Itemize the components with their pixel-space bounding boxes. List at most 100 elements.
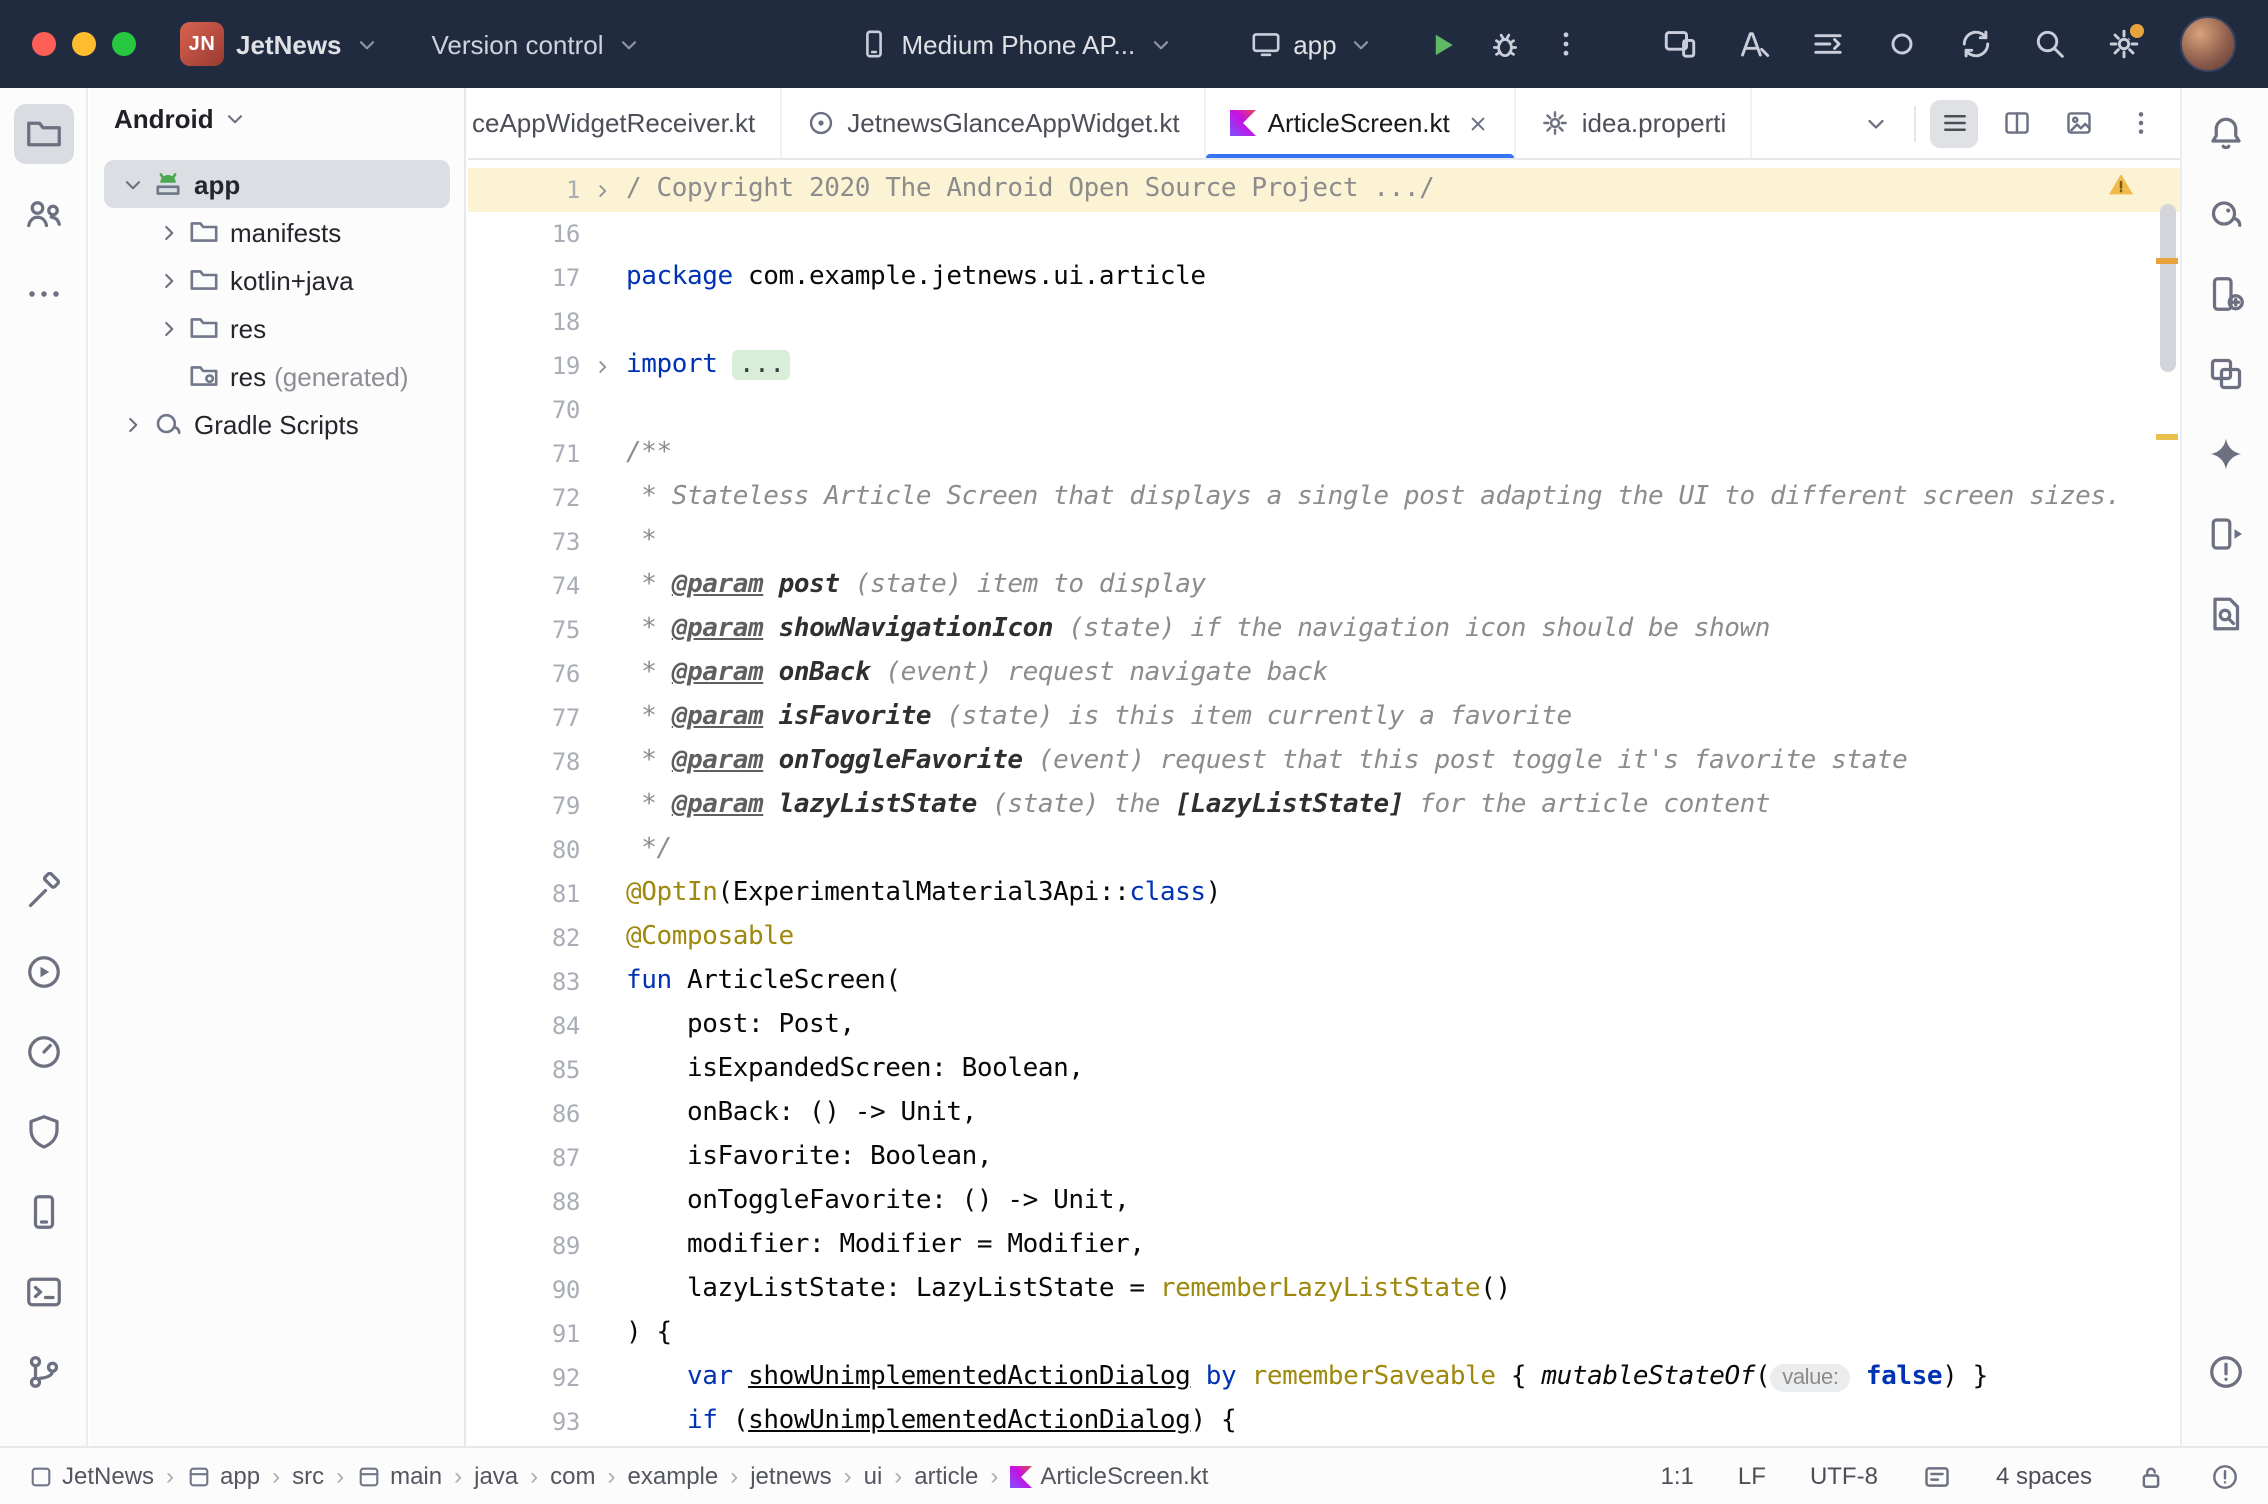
- code-line[interactable]: 74 * @param post (state) item to display: [468, 564, 2180, 608]
- line-number[interactable]: 86: [468, 1092, 580, 1136]
- chevron-down-icon[interactable]: [116, 171, 148, 197]
- version-control-button[interactable]: [13, 1342, 73, 1402]
- run-button[interactable]: [1427, 27, 1461, 61]
- code-line[interactable]: 87 isFavorite: Boolean,: [468, 1136, 2180, 1180]
- indent-widget[interactable]: 4 spaces: [1996, 1462, 2092, 1490]
- zoom-window-button[interactable]: [112, 32, 136, 56]
- chevron-right-icon[interactable]: [152, 315, 184, 341]
- breadcrumb-item-example[interactable]: example: [628, 1462, 719, 1490]
- line-number[interactable]: 85: [468, 1048, 580, 1092]
- line-number[interactable]: 78: [468, 740, 580, 784]
- line-number[interactable]: 16: [468, 212, 580, 256]
- line-number[interactable]: 75: [468, 608, 580, 652]
- problems-indicator-icon[interactable]: [2210, 1461, 2240, 1491]
- project-widget[interactable]: JN JetNews: [164, 14, 396, 74]
- code-line[interactable]: 90 lazyListState: LazyListState = rememb…: [468, 1268, 2180, 1312]
- code-inspection-button[interactable]: [1736, 26, 1772, 62]
- code-line[interactable]: 81@OptIn(ExperimentalMaterial3Api::class…: [468, 872, 2180, 916]
- split-editor-button[interactable]: [1992, 99, 2040, 147]
- tree-item-manifests[interactable]: manifests: [104, 208, 450, 256]
- profiler-button[interactable]: [1884, 26, 1920, 62]
- line-number[interactable]: 89: [468, 1224, 580, 1268]
- code-line[interactable]: 72 * Stateless Article Screen that displ…: [468, 476, 2180, 520]
- breadcrumb-item-app[interactable]: app: [186, 1462, 260, 1490]
- scrollbar-warning-mark[interactable]: [2156, 434, 2178, 440]
- code-line[interactable]: 19import ...: [468, 344, 2180, 388]
- tab-list-button[interactable]: [1930, 99, 1978, 147]
- scrollbar-warning-mark[interactable]: [2156, 258, 2178, 264]
- line-separator-widget[interactable]: LF: [1738, 1462, 1766, 1490]
- commit-button[interactable]: [13, 184, 73, 244]
- more-run-actions-button[interactable]: [1551, 28, 1583, 60]
- breadcrumb-item-ui[interactable]: ui: [864, 1462, 883, 1490]
- code-line[interactable]: 79 * @param lazyListState (state) the [L…: [468, 784, 2180, 828]
- line-number[interactable]: 76: [468, 652, 580, 696]
- code-line[interactable]: 85 isExpandedScreen: Boolean,: [468, 1048, 2180, 1092]
- warning-triangle-icon[interactable]: [2106, 170, 2136, 200]
- code-line[interactable]: 70: [468, 388, 2180, 432]
- project-folder-button[interactable]: [13, 104, 73, 164]
- fold-arrow-icon[interactable]: [580, 168, 626, 212]
- code-line[interactable]: 76 * @param onBack (event) request navig…: [468, 652, 2180, 696]
- device-selector[interactable]: Medium Phone AP...: [842, 20, 1190, 68]
- breadcrumb-item-articlescreen-kt[interactable]: ArticleScreen.kt: [1010, 1462, 1208, 1490]
- tree-item-res[interactable]: res: [104, 304, 450, 352]
- code-line[interactable]: 75 * @param showNavigationIcon (state) i…: [468, 608, 2180, 652]
- tree-item-kotlin-java[interactable]: kotlin+java: [104, 256, 450, 304]
- profiler-gauge-button[interactable]: [13, 1022, 73, 1082]
- line-number[interactable]: 87: [468, 1136, 580, 1180]
- line-number[interactable]: 80: [468, 828, 580, 872]
- breadcrumb-item-jetnews[interactable]: JetNews: [28, 1462, 154, 1490]
- code-line[interactable]: 1/ Copyright 2020 The Android Open Sourc…: [468, 168, 2180, 212]
- chevron-right-icon[interactable]: [152, 219, 184, 245]
- project-panel-header[interactable]: Android: [90, 88, 464, 148]
- line-number[interactable]: 1: [468, 168, 580, 212]
- line-number[interactable]: 84: [468, 1004, 580, 1048]
- lock-icon[interactable]: [2136, 1461, 2166, 1491]
- code-line[interactable]: 78 * @param onToggleFavorite (event) req…: [468, 740, 2180, 784]
- line-number[interactable]: 92: [468, 1356, 580, 1400]
- preview-button[interactable]: [2054, 99, 2102, 147]
- line-number[interactable]: 73: [468, 520, 580, 564]
- indent-widget-icon[interactable]: [1922, 1461, 1952, 1491]
- code-line[interactable]: 82@Composable: [468, 916, 2180, 960]
- breadcrumb-item-main[interactable]: main: [356, 1462, 442, 1490]
- breadcrumb-item-java[interactable]: java: [474, 1462, 518, 1490]
- code-line[interactable]: 73 *: [468, 520, 2180, 564]
- code-line[interactable]: 93 if (showUnimplementedActionDialog) {: [468, 1400, 2180, 1444]
- breadcrumb-item-com[interactable]: com: [550, 1462, 595, 1490]
- line-number[interactable]: 18: [468, 300, 580, 344]
- code-line[interactable]: 17package com.example.jetnews.ui.article: [468, 256, 2180, 300]
- tree-item-app[interactable]: app: [104, 160, 450, 208]
- fold-arrow-icon[interactable]: [580, 344, 626, 388]
- code-line[interactable]: 86 onBack: () -> Unit,: [468, 1092, 2180, 1136]
- line-number[interactable]: 74: [468, 564, 580, 608]
- line-number[interactable]: 19: [468, 344, 580, 388]
- tree-item-res[interactable]: res(generated): [104, 352, 450, 400]
- line-number[interactable]: 70: [468, 388, 580, 432]
- code-line[interactable]: 89 modifier: Modifier = Modifier,: [468, 1224, 2180, 1268]
- avatar[interactable]: [2180, 16, 2236, 72]
- sync-project-button[interactable]: [1958, 26, 1994, 62]
- line-number[interactable]: 72: [468, 476, 580, 520]
- close-tab-icon[interactable]: [1466, 111, 1490, 135]
- code-line[interactable]: 92 var showUnimplementedActionDialog by …: [468, 1356, 2180, 1400]
- code-line[interactable]: 16: [468, 212, 2180, 256]
- tab-jetnewsglanceappwidget-kt[interactable]: JetnewsGlanceAppWidget.kt: [781, 88, 1205, 158]
- code-line[interactable]: 91) {: [468, 1312, 2180, 1356]
- chevron-right-icon[interactable]: [152, 267, 184, 293]
- inspection-button[interactable]: [13, 1102, 73, 1162]
- device-explorer-button[interactable]: [13, 1182, 73, 1242]
- code-line[interactable]: 71/**: [468, 432, 2180, 476]
- line-number[interactable]: 79: [468, 784, 580, 828]
- code-line[interactable]: 88 onToggleFavorite: () -> Unit,: [468, 1180, 2180, 1224]
- device-manager-button[interactable]: [2195, 264, 2255, 324]
- run-configuration-selector[interactable]: app: [1233, 20, 1390, 68]
- terminal-button[interactable]: [13, 1262, 73, 1322]
- debug-button[interactable]: [1489, 27, 1523, 61]
- search-button[interactable]: [2032, 26, 2068, 62]
- chevron-right-icon[interactable]: [116, 411, 148, 437]
- tab-idea-properti[interactable]: idea.properti: [1516, 88, 1753, 158]
- code-line[interactable]: 83fun ArticleScreen(: [468, 960, 2180, 1004]
- line-number[interactable]: 91: [468, 1312, 580, 1356]
